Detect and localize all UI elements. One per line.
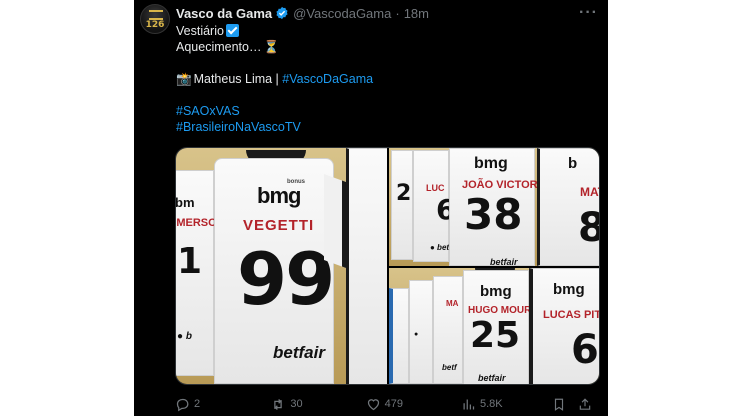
share-icon	[579, 397, 591, 410]
jersey-br-2: ●	[409, 280, 433, 384]
author-handle[interactable]: @VascodaGama	[293, 6, 391, 21]
text-line-hashtag2: #BrasileiroNaVascoTV	[176, 119, 373, 135]
reply-button[interactable]: 2	[175, 397, 270, 412]
photo-credit: Matheus Lima |	[193, 72, 283, 86]
hourglass-icon: ⏳	[263, 40, 280, 54]
jersey-tr-4-player: MATH	[580, 185, 599, 199]
jersey-left-number: 1	[177, 241, 203, 282]
bookmark-button[interactable]	[552, 397, 574, 412]
jersey-main-player: VEGETTI	[243, 217, 315, 234]
jersey-left: bm EMERSO 1 ● b	[176, 170, 217, 376]
avatar-text: 126	[145, 20, 165, 30]
photo-top-right[interactable]: 2 LUC 6 ● betf bmg JOÃO VICTOR 38 betfai…	[389, 148, 599, 266]
hashtag-brasileironavascotv[interactable]: #BrasileiroNaVascoTV	[176, 120, 301, 134]
jersey-left-name: EMERSO	[176, 217, 217, 229]
tweet-time[interactable]: 18m	[404, 6, 429, 21]
jersey-br-4-sponsor: betfair	[478, 373, 506, 383]
analytics-icon	[463, 399, 475, 409]
repost-icon	[274, 398, 283, 410]
vestiario-text: Vestiário	[176, 24, 224, 38]
heart-icon	[367, 398, 379, 410]
jersey-main-sleeve	[324, 173, 346, 269]
hashtag-saoxvas[interactable]: #SAOxVAS	[176, 104, 240, 118]
jersey-br-5-number: 6	[571, 327, 599, 373]
jersey-left-sponsor: ● b	[177, 331, 192, 342]
hashtag-vascodagama[interactable]: #VascoDaGama	[282, 72, 373, 86]
jersey-br-4: bmg HUGO MOURA 25 betfair	[463, 270, 539, 384]
repost-button[interactable]: 30	[270, 397, 365, 412]
jersey-tr-2-player: LUC	[426, 183, 445, 193]
media-grid: bm EMERSO 1 ● b bonus bmg VEGETTI 99 bet…	[175, 147, 600, 385]
jersey-br-2-sponsor: ●	[414, 331, 419, 338]
avatar-crest	[149, 10, 163, 20]
tweet-text: Vestiário Aquecimento… ⏳ 📸 Matheus Lima | …	[176, 23, 373, 135]
jersey-main-sponsor: betfair	[273, 343, 325, 362]
jersey-tr-1-number: 2	[396, 181, 412, 206]
jersey-br-4-brand: bmg	[480, 283, 512, 300]
jersey-left-brand: bm	[176, 195, 195, 210]
aquecimento-text: Aquecimento…	[176, 40, 262, 54]
like-button[interactable]: 479	[366, 397, 461, 412]
photo-main[interactable]: bm EMERSO 1 ● b bonus bmg VEGETTI 99 bet…	[176, 148, 387, 384]
jersey-right-partial	[346, 148, 387, 384]
jersey-tr-4-brand: b	[568, 155, 578, 172]
tweet-card: 126 Vasco da Gama @VascodaGama · 18m ···…	[134, 0, 608, 416]
share-button[interactable]	[578, 397, 600, 412]
jersey-tr-3-sponsor: betfair	[490, 257, 518, 266]
jersey-br-3-sponsor: betf	[442, 363, 457, 372]
text-line-2: Aquecimento… ⏳	[176, 39, 373, 55]
reply-count: 2	[194, 398, 201, 410]
jersey-br-4-number: 25	[470, 315, 521, 356]
more-options-icon[interactable]: ···	[579, 4, 598, 22]
photo-bottom-right[interactable]: ● MA betf bmg HUGO MOURA 25 betfair bmg …	[389, 268, 600, 384]
jersey-tr-1: 2	[391, 150, 413, 260]
text-line-1: Vestiário	[176, 23, 373, 39]
header-separator: ·	[395, 5, 400, 21]
jersey-main-brand: bmg	[257, 183, 301, 208]
jersey-br-3: MA betf	[433, 276, 463, 384]
jersey-tr-3: bmg JOÃO VICTOR 38 betfair	[449, 148, 538, 266]
jersey-main: bonus bmg VEGETTI 99 betfair	[214, 158, 335, 384]
jersey-tr-3-brand: bmg	[474, 155, 508, 172]
like-count: 479	[384, 398, 404, 410]
author-name[interactable]: Vasco da Gama	[176, 6, 272, 21]
verified-badge-icon	[275, 6, 289, 20]
camera-icon: 📸	[176, 72, 192, 86]
repost-count: 30	[290, 398, 303, 410]
jersey-br-5-brand: bmg	[553, 281, 585, 298]
jersey-br-1	[389, 288, 409, 384]
jersey-tr-2: LUC 6 ● betf	[413, 150, 455, 262]
text-line-hashtag1: #SAOxVAS	[176, 103, 373, 119]
text-line-credit: 📸 Matheus Lima | #VascoDaGama	[176, 71, 373, 87]
tweet-actions-bar: 2 30 479 5.8K	[175, 395, 600, 413]
view-count: 5.8K	[479, 398, 503, 410]
jersey-tr-4: b MATH 8	[537, 148, 599, 266]
bookmark-icon	[555, 398, 564, 411]
jersey-main-number: 99	[237, 237, 335, 321]
avatar[interactable]: 126	[140, 4, 170, 34]
jersey-tr-3-number: 38	[464, 190, 523, 239]
views-button[interactable]: 5.8K	[461, 397, 552, 412]
check-mark-icon	[225, 24, 239, 37]
jersey-br-5: bmg LUCAS PIT 6	[529, 268, 600, 384]
jersey-tr-4-number: 8	[578, 205, 599, 251]
jersey-br-5-player: LUCAS PIT	[543, 309, 600, 321]
tweet-header: Vasco da Gama @VascodaGama · 18m	[176, 5, 429, 21]
jersey-br-3-player: MA	[446, 299, 459, 308]
reply-icon	[176, 398, 189, 411]
